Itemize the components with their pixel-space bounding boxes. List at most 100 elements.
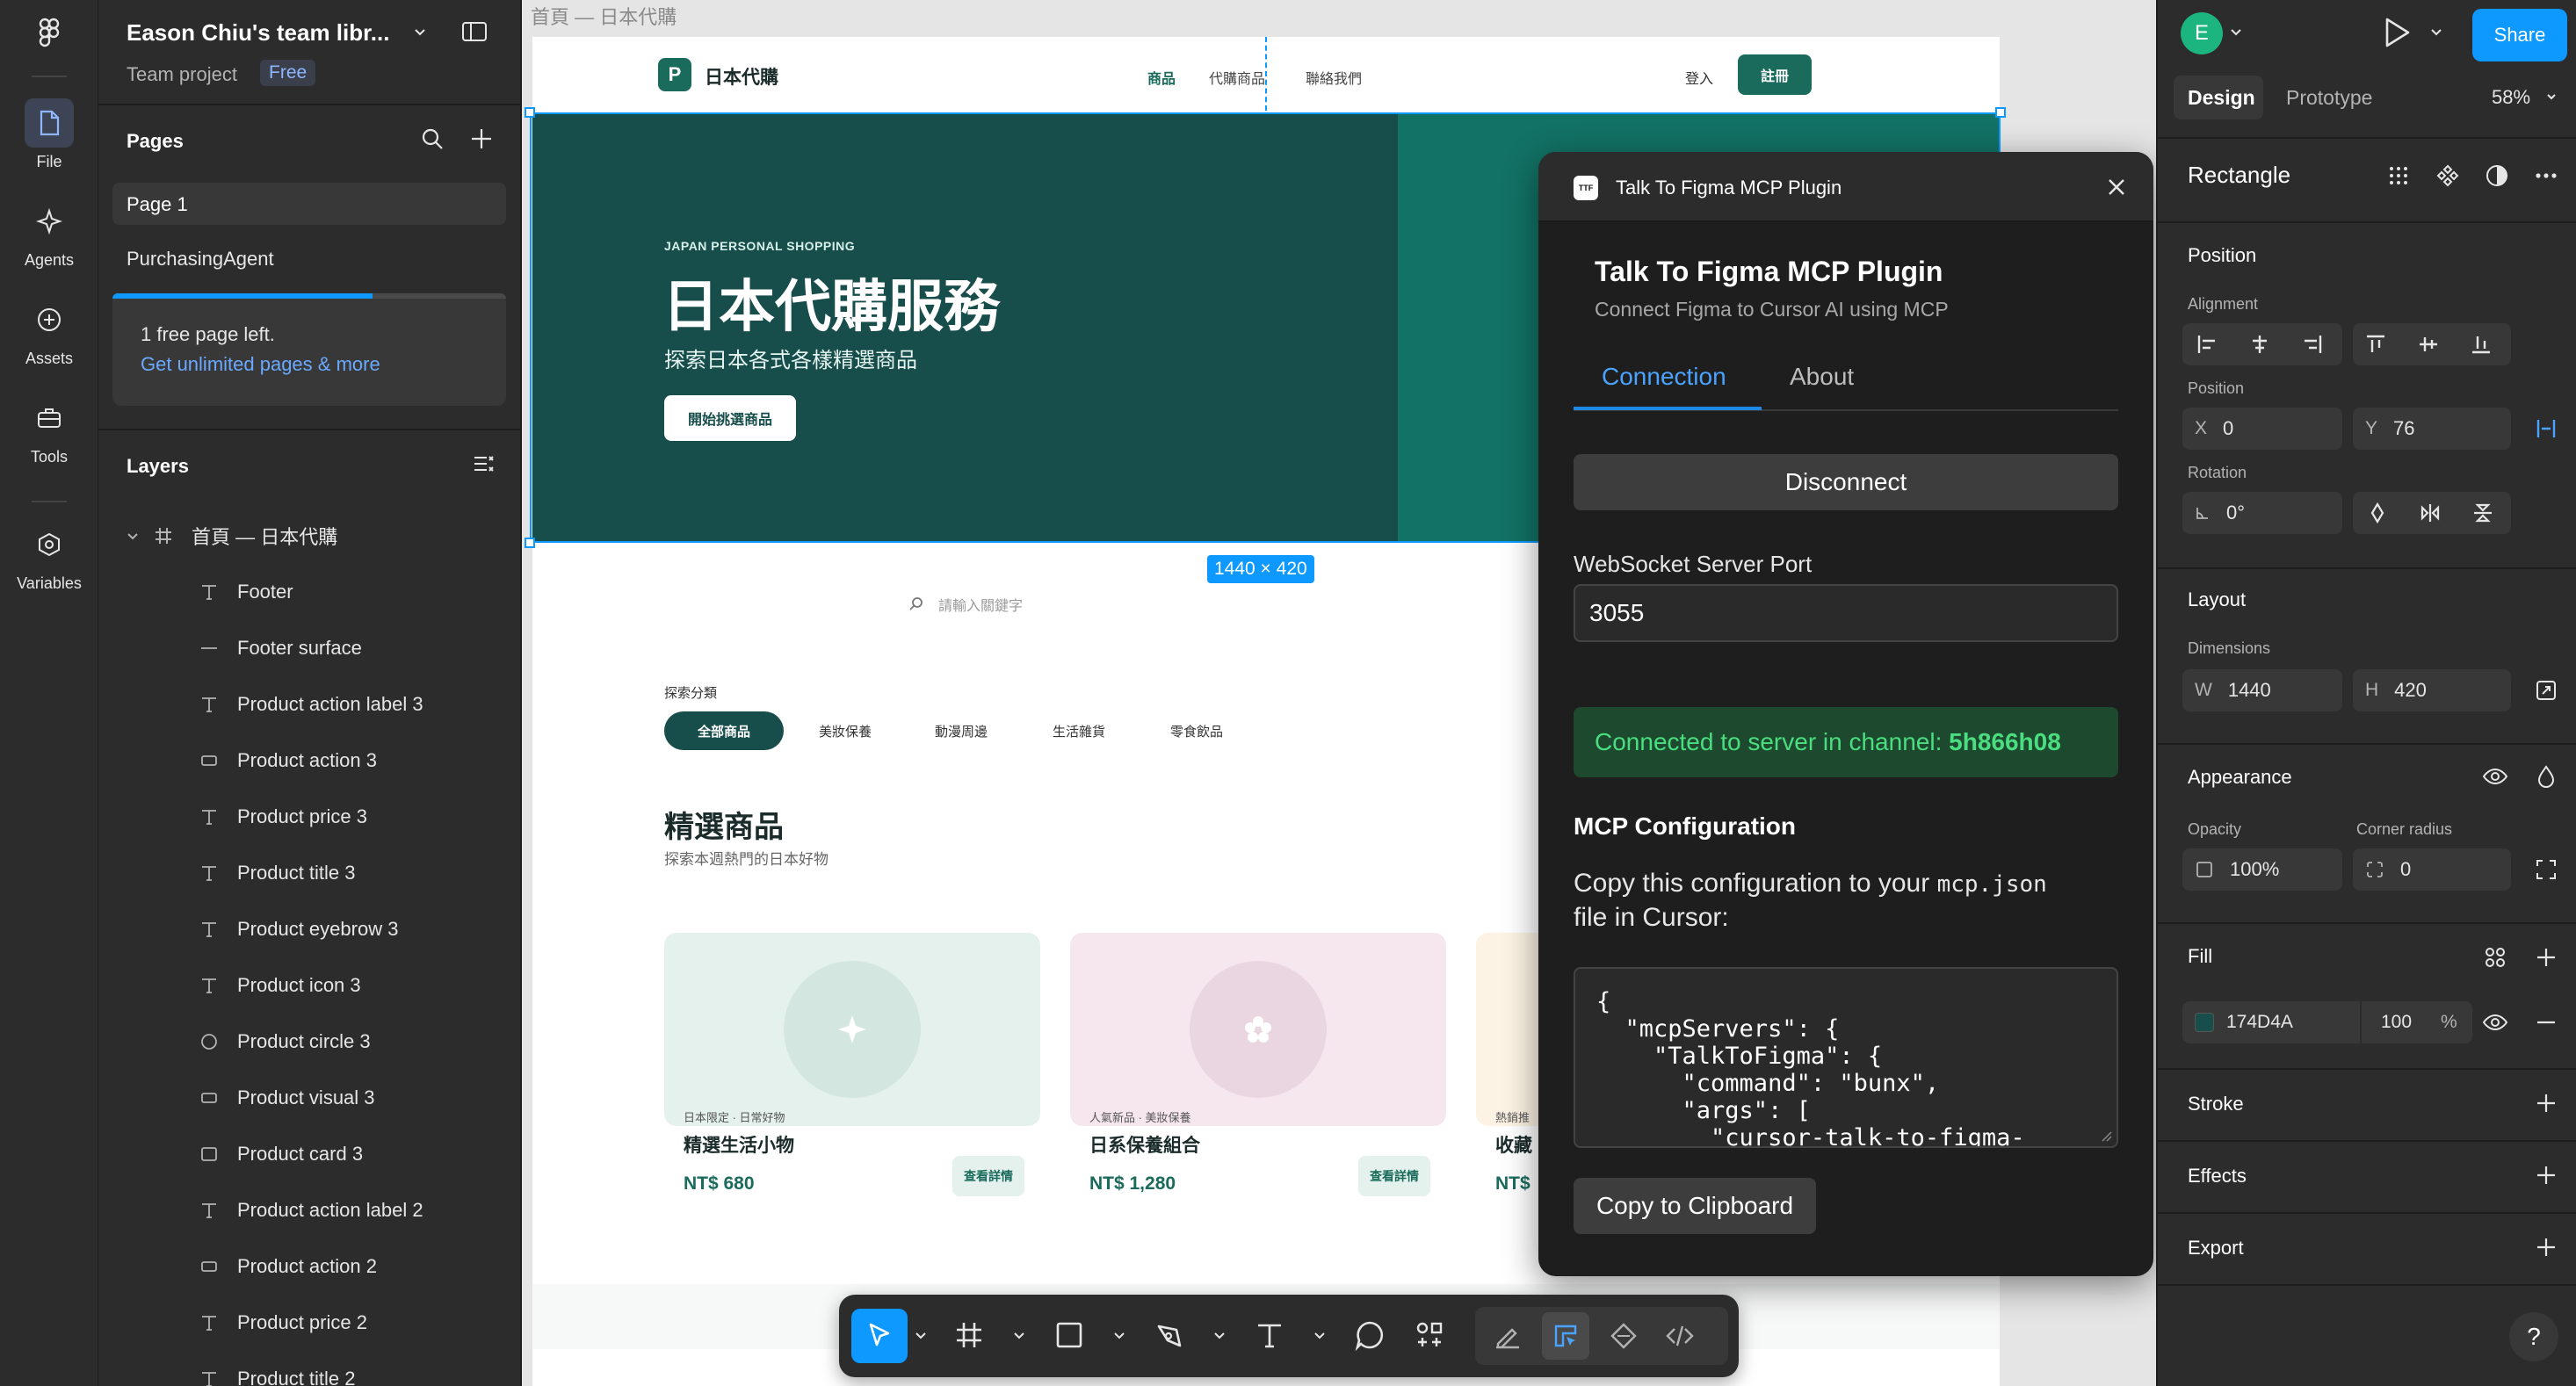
align-right-icon[interactable] xyxy=(2297,328,2328,360)
tab-about[interactable]: About xyxy=(1790,363,1854,391)
resize-handle-icon[interactable] xyxy=(2099,1129,2113,1143)
independent-corners-icon[interactable] xyxy=(2530,854,2562,885)
move-tool-button[interactable] xyxy=(851,1309,908,1363)
category-pill-all[interactable]: 全部商品 xyxy=(664,711,784,750)
upgrade-link[interactable]: Get unlimited pages & more xyxy=(141,353,380,376)
dev-mode-code-icon[interactable] xyxy=(1665,1321,1695,1351)
product-visual-2[interactable] xyxy=(1070,933,1446,1126)
layer-row[interactable]: Product icon 3 xyxy=(98,957,520,1014)
y-input[interactable]: Y 76 xyxy=(2353,408,2511,450)
site-logo[interactable]: P xyxy=(658,58,691,91)
site-brand[interactable]: 日本代購 xyxy=(705,63,778,90)
opacity-input[interactable]: 100% xyxy=(2182,848,2342,891)
layer-row[interactable]: Product eyebrow 3 xyxy=(98,901,520,957)
site-search-input[interactable]: 請輸入關鍵字 xyxy=(938,594,1023,615)
tab-design[interactable]: Design xyxy=(2174,76,2263,119)
page-item-active[interactable]: Page 1 xyxy=(112,183,506,225)
team-name[interactable]: Eason Chiu's team libr... xyxy=(127,19,389,47)
frame-tool-icon[interactable] xyxy=(953,1319,985,1351)
chevron-down-icon[interactable] xyxy=(2230,26,2242,39)
selection-handle[interactable] xyxy=(525,107,535,118)
align-middle-v-icon[interactable] xyxy=(2413,328,2444,360)
grid-dots-icon[interactable] xyxy=(2383,160,2414,191)
frame-label[interactable]: 首頁 — 日本代購 xyxy=(531,2,677,30)
port-input[interactable]: 3055 xyxy=(1574,584,2118,642)
draw-mode-icon[interactable] xyxy=(1493,1321,1523,1351)
layer-row[interactable]: Product card 3 xyxy=(98,1126,520,1182)
rail-file[interactable]: File xyxy=(0,98,98,171)
help-button[interactable]: ? xyxy=(2509,1312,2558,1361)
layer-root-frame[interactable]: 首頁 — 日本代購 xyxy=(98,508,520,564)
selection-handle[interactable] xyxy=(1995,107,2006,118)
align-left-icon[interactable] xyxy=(2191,328,2223,360)
fill-row[interactable]: 174D4A 100 % xyxy=(2182,1001,2472,1043)
channel-id[interactable]: 5h866h08 xyxy=(1949,728,2061,756)
close-icon[interactable] xyxy=(2104,175,2129,199)
tab-connection[interactable]: Connection xyxy=(1574,363,1762,410)
layer-row[interactable]: Product price 3 xyxy=(98,789,520,845)
product-visual-1[interactable] xyxy=(664,933,1040,1126)
stroke-heading[interactable]: Stroke xyxy=(2188,1093,2244,1115)
layer-row[interactable]: Product action label 2 xyxy=(98,1182,520,1238)
align-bottom-icon[interactable] xyxy=(2465,328,2497,360)
fill-hex-value[interactable]: 174D4A xyxy=(2226,1012,2293,1033)
category-pill-anime[interactable]: 動漫周邊 xyxy=(908,711,1014,750)
rail-tools[interactable]: Tools xyxy=(0,393,98,466)
product-action-1[interactable]: 查看詳情 xyxy=(952,1156,1024,1196)
category-pill-living[interactable]: 生活雜貨 xyxy=(1026,711,1132,750)
component-icon[interactable] xyxy=(1609,1321,1639,1351)
comment-tool-icon[interactable] xyxy=(1354,1319,1386,1351)
chevron-down-icon[interactable] xyxy=(2546,91,2557,102)
actions-grid-icon[interactable] xyxy=(1414,1319,1445,1351)
figma-logo-icon[interactable] xyxy=(33,16,65,51)
layer-row[interactable]: Footer xyxy=(98,564,520,620)
width-input[interactable]: W 1440 xyxy=(2182,669,2342,711)
height-input[interactable]: H 420 xyxy=(2353,669,2511,711)
chevron-down-icon[interactable] xyxy=(413,25,427,39)
copy-to-clipboard-button[interactable]: Copy to Clipboard xyxy=(1574,1178,1816,1234)
flip-vertical-icon[interactable] xyxy=(2467,497,2499,529)
layer-row[interactable]: Product visual 3 xyxy=(98,1070,520,1126)
align-top-icon[interactable] xyxy=(2360,328,2391,360)
disconnect-button[interactable]: Disconnect xyxy=(1574,454,2118,510)
x-input[interactable]: X0 xyxy=(2182,408,2342,450)
layer-row[interactable]: Product price 2 xyxy=(98,1295,520,1351)
selection-handle[interactable] xyxy=(525,538,535,548)
rotation-input[interactable]: 0° xyxy=(2182,492,2342,534)
styles-grid-icon[interactable] xyxy=(2479,942,2511,973)
component-icon[interactable] xyxy=(2432,160,2464,191)
search-icon[interactable] xyxy=(420,126,445,151)
more-options-icon[interactable] xyxy=(2530,160,2562,191)
export-heading[interactable]: Export xyxy=(2188,1237,2244,1260)
align-center-h-icon[interactable] xyxy=(2244,328,2276,360)
chevron-down-icon[interactable] xyxy=(127,530,139,542)
layer-row[interactable]: Product action label 3 xyxy=(98,676,520,733)
rail-agents[interactable]: Agents xyxy=(0,197,98,270)
add-stroke-icon[interactable] xyxy=(2530,1087,2562,1119)
chevron-down-icon[interactable] xyxy=(1013,1330,1025,1342)
chevron-down-icon[interactable] xyxy=(1213,1330,1226,1342)
nav-link-contact[interactable]: 聯絡我們 xyxy=(1306,67,1362,88)
category-pill-snacks[interactable]: 零食飲品 xyxy=(1144,711,1249,750)
rotate-90-icon[interactable] xyxy=(2362,497,2393,529)
flip-horizontal-icon[interactable] xyxy=(2414,497,2446,529)
page-item[interactable]: PurchasingAgent xyxy=(127,248,274,271)
constraints-icon[interactable] xyxy=(2530,413,2562,444)
add-export-icon[interactable] xyxy=(2530,1231,2562,1263)
chevron-down-icon[interactable] xyxy=(1113,1330,1125,1342)
corner-radius-input[interactable]: 0 xyxy=(2353,848,2511,891)
tab-prototype[interactable]: Prototype xyxy=(2286,86,2372,110)
visibility-eye-icon[interactable] xyxy=(2479,761,2511,792)
add-page-icon[interactable] xyxy=(469,126,494,151)
add-fill-icon[interactable] xyxy=(2530,942,2562,973)
nav-link-products[interactable]: 商品 xyxy=(1147,67,1176,88)
signup-button[interactable]: 註冊 xyxy=(1738,54,1812,95)
layer-row[interactable]: Footer surface xyxy=(98,620,520,676)
text-tool-icon[interactable] xyxy=(1254,1319,1285,1351)
layer-row[interactable]: Product title 3 xyxy=(98,845,520,901)
resize-to-fit-icon[interactable] xyxy=(2530,675,2562,706)
pen-tool-icon[interactable] xyxy=(1154,1319,1185,1351)
chevron-down-icon[interactable] xyxy=(915,1330,927,1342)
effects-heading[interactable]: Effects xyxy=(2188,1165,2247,1187)
rectangle-tool-icon[interactable] xyxy=(1053,1319,1085,1351)
